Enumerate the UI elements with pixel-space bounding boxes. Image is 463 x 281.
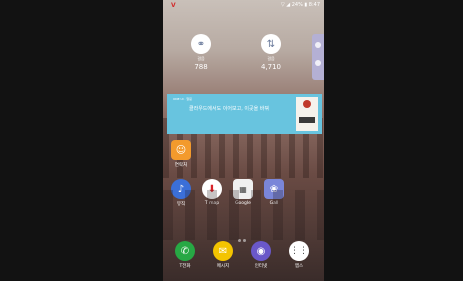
app-contacts[interactable]: ☺ 연락처	[165, 140, 197, 168]
app-label: 연락처	[174, 163, 188, 168]
edge-dot-icon	[315, 42, 321, 48]
tmap-icon: ⬇	[202, 179, 222, 199]
status-bar: V ▽ ◢ 24% ▮ 8:47	[163, 0, 324, 10]
gallery-icon: ❀	[264, 179, 284, 199]
brand-logo-icon	[303, 100, 311, 108]
dock-apps[interactable]: ⋮⋮ 앱스	[283, 241, 315, 269]
app-label: Gall	[269, 201, 279, 206]
steps-widget[interactable]: ⚭ 걸음 788	[179, 34, 223, 71]
dock-internet[interactable]: ◉ 인터넷	[245, 241, 277, 269]
sync-widget-value: 4,710	[260, 63, 282, 71]
music-icon: ♪	[171, 179, 191, 199]
message-icon: ✉	[213, 241, 233, 261]
sync-widget[interactable]: ⇅ 걸음 4,710	[249, 34, 293, 71]
page-indicator	[237, 227, 251, 242]
app-tmap[interactable]: ⬇ T map	[196, 179, 228, 206]
banner-thumbnail	[296, 97, 318, 131]
banner-small-text: ONE UI · 알림	[173, 97, 192, 101]
promo-banner-widget[interactable]: ONE UI · 알림 클라우드에서도 이어보고, 이곳을 바꿔	[167, 94, 322, 134]
app-label: 뮤직	[176, 202, 186, 207]
dock-label: 메시지	[216, 264, 230, 269]
app-label: Google	[235, 201, 251, 206]
thumbnail-strip	[299, 117, 315, 123]
app-google-folder[interactable]: ▦ Google	[227, 179, 259, 206]
dock-label: T전화	[179, 264, 191, 269]
status-indicators: ▽ ◢ 24% ▮ 8:47	[280, 2, 320, 8]
app-gallery[interactable]: ❀ Gall	[258, 179, 290, 206]
sync-icon: ⇅	[261, 34, 281, 54]
steps-widget-label: 걸음	[197, 56, 205, 61]
google-folder-icon: ▦	[233, 179, 253, 199]
dock-label: 인터넷	[254, 264, 268, 269]
sync-widget-label: 걸음	[267, 56, 275, 61]
internet-icon: ◉	[251, 241, 271, 261]
phone-icon: ✆	[175, 241, 195, 261]
dock-messages[interactable]: ✉ 메시지	[207, 241, 239, 269]
edge-dot-icon	[315, 60, 321, 66]
contacts-icon: ☺	[171, 140, 191, 160]
app-music[interactable]: ♪ 뮤직	[165, 179, 197, 207]
steps-icon: ⚭	[191, 34, 211, 54]
apps-icon: ⋮⋮	[289, 241, 309, 261]
edge-panel-handle[interactable]	[312, 34, 324, 80]
banner-title: 클라우드에서도 이어보고, 이곳을 바꿔	[189, 106, 269, 112]
phone-home-screen: V ▽ ◢ 24% ▮ 8:47 ⚭ 걸음 788 ⇅ 걸음 4,710 ONE…	[163, 0, 324, 281]
dock-label: 앱스	[294, 264, 304, 269]
steps-widget-value: 788	[194, 63, 208, 71]
carrier-logo: V	[171, 2, 176, 9]
app-label: T map	[204, 201, 220, 206]
dock-phone[interactable]: ✆ T전화	[169, 241, 201, 269]
